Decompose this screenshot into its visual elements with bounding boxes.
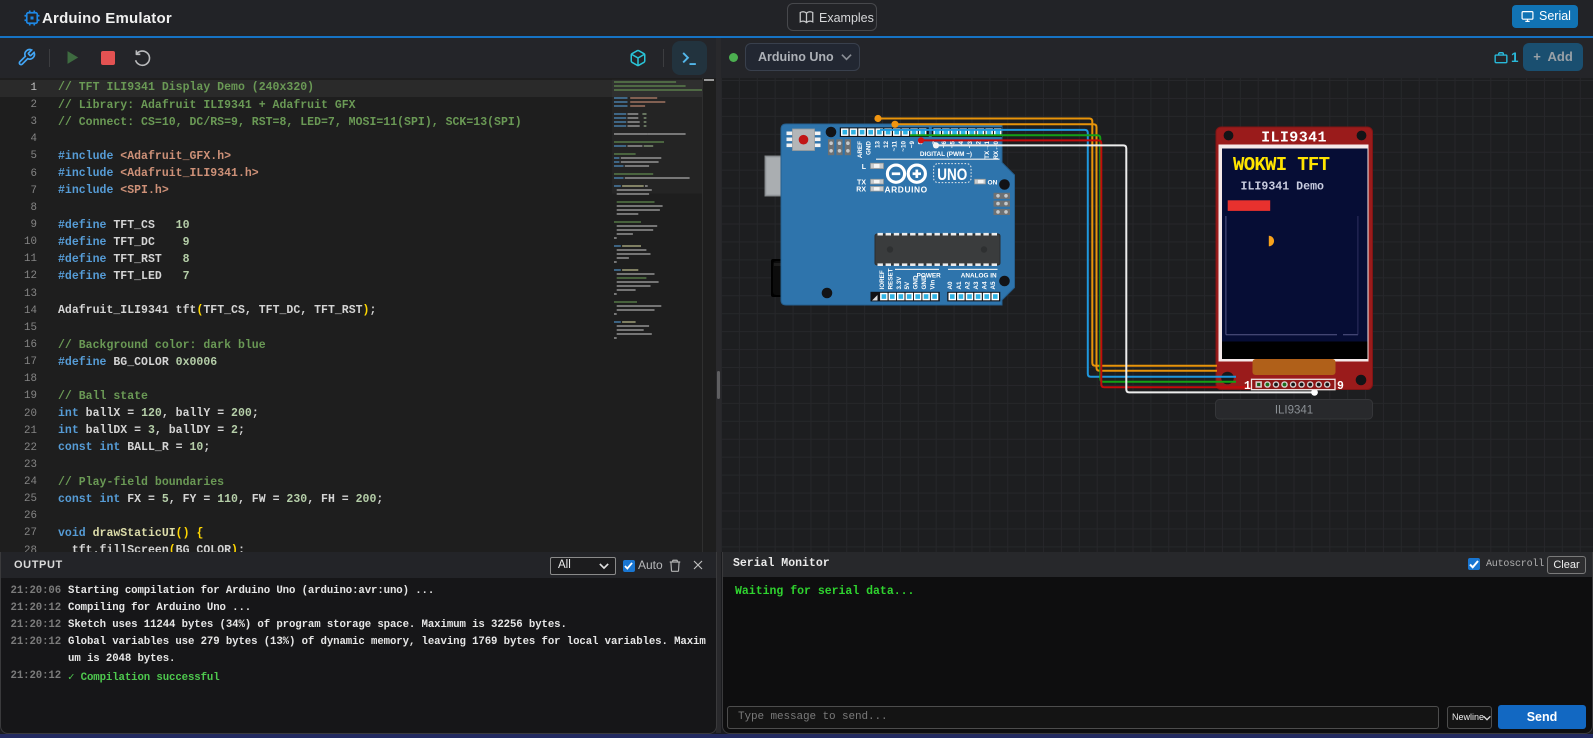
svg-text:12: 12	[883, 141, 890, 149]
svg-text:GND: GND	[866, 141, 873, 155]
svg-text:~11: ~11	[892, 141, 899, 152]
svg-text:13: 13	[874, 141, 881, 149]
svg-text:TX: TX	[857, 179, 866, 186]
svg-text:UNO: UNO	[937, 166, 967, 184]
svg-text:A3: A3	[973, 281, 980, 290]
svg-text:RX: RX	[856, 187, 866, 194]
svg-text:3.3V: 3.3V	[896, 276, 903, 290]
svg-text:AREF: AREF	[857, 141, 864, 158]
svg-text:ILI9341: ILI9341	[1275, 404, 1313, 416]
svg-text:A1: A1	[956, 281, 963, 290]
svg-text:L: L	[862, 164, 867, 171]
svg-text:~10: ~10	[900, 141, 907, 152]
svg-text:9: 9	[1337, 380, 1344, 393]
svg-text:ILI9341 Demo: ILI9341 Demo	[1241, 180, 1325, 193]
svg-text:~9: ~9	[909, 141, 916, 149]
svg-text:5V: 5V	[904, 281, 911, 290]
svg-text:A2: A2	[965, 281, 972, 290]
svg-text:Vin: Vin	[930, 280, 937, 290]
svg-text:~5: ~5	[950, 141, 957, 149]
svg-text:GND: GND	[913, 275, 920, 289]
svg-text:1: 1	[1244, 380, 1251, 393]
svg-text:DIGITAL (PWM ~): DIGITAL (PWM ~)	[920, 151, 972, 158]
svg-text:RX←0: RX←0	[993, 141, 1000, 160]
svg-text:IOREF: IOREF	[879, 270, 886, 289]
svg-text:~3: ~3	[967, 141, 974, 149]
svg-text:~6: ~6	[941, 141, 948, 149]
svg-text:A5: A5	[990, 281, 997, 290]
svg-text:ANALOG IN: ANALOG IN	[961, 273, 997, 280]
svg-text:A4: A4	[982, 281, 989, 290]
svg-text:ON: ON	[988, 180, 998, 187]
svg-text:GND: GND	[921, 275, 928, 289]
svg-text:WOKWI TFT: WOKWI TFT	[1233, 154, 1330, 176]
svg-text:A0: A0	[947, 281, 954, 290]
svg-text:ILI9341: ILI9341	[1261, 130, 1327, 147]
svg-text:RESET: RESET	[887, 268, 894, 289]
svg-text:TX→1: TX→1	[984, 141, 991, 159]
svg-text:ARDUINO: ARDUINO	[885, 185, 928, 195]
